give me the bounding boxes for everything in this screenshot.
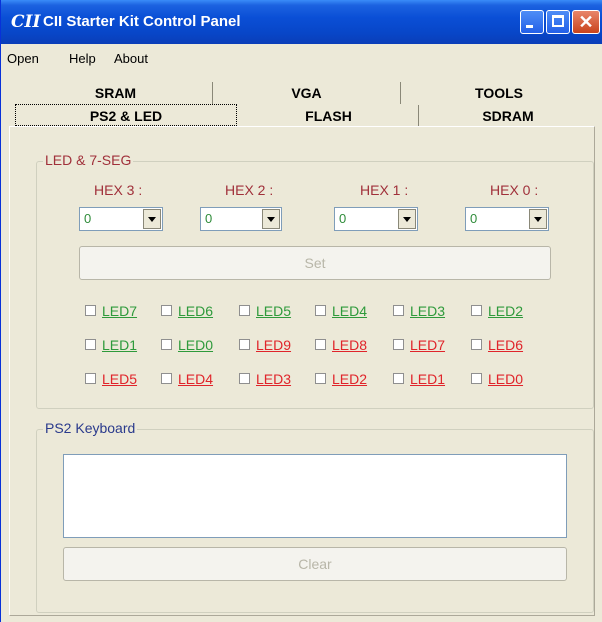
app-window: CII CII Starter Kit Control Panel ✕ Open… bbox=[0, 0, 602, 622]
checkbox[interactable] bbox=[239, 305, 250, 316]
maximize-icon bbox=[552, 15, 564, 27]
checkbox[interactable] bbox=[315, 305, 326, 316]
checkbox[interactable] bbox=[393, 339, 404, 350]
hex2-value: 0 bbox=[205, 211, 213, 226]
led-label[interactable]: LED2 bbox=[488, 303, 523, 319]
led-7seg-group-title: LED & 7-SEG bbox=[43, 152, 134, 168]
checkbox[interactable] bbox=[471, 339, 482, 350]
led-label[interactable]: LED0 bbox=[488, 371, 523, 387]
led-label[interactable]: LED6 bbox=[488, 337, 523, 353]
checkbox[interactable] bbox=[393, 305, 404, 316]
led-label[interactable]: LED4 bbox=[178, 371, 213, 387]
hex0-label: HEX 0 : bbox=[490, 182, 539, 198]
maximize-button[interactable] bbox=[546, 10, 570, 34]
ps2-keyboard-output[interactable] bbox=[63, 454, 567, 538]
checkbox[interactable] bbox=[85, 373, 96, 384]
led-label[interactable]: LED1 bbox=[410, 371, 445, 387]
chevron-down-icon[interactable] bbox=[529, 209, 547, 229]
hex0-select[interactable]: 0 bbox=[465, 207, 549, 231]
checkbox[interactable] bbox=[85, 339, 96, 350]
checkbox[interactable] bbox=[471, 373, 482, 384]
menu-help[interactable]: Help bbox=[69, 51, 96, 66]
led-label[interactable]: LED0 bbox=[178, 337, 213, 353]
tab-sram[interactable]: SRAM bbox=[19, 82, 213, 104]
checkbox[interactable] bbox=[239, 339, 250, 350]
hex2-label: HEX 2 : bbox=[225, 182, 274, 198]
window-title: CII Starter Kit Control Panel bbox=[43, 13, 241, 30]
hex3-label: HEX 3 : bbox=[94, 182, 143, 198]
led-7seg-group: LED & 7-SEG HEX 3 : HEX 2 : HEX 1 : HEX … bbox=[36, 152, 594, 409]
checkbox[interactable] bbox=[239, 373, 250, 384]
chevron-down-icon[interactable] bbox=[398, 209, 416, 229]
minimize-button[interactable] bbox=[520, 10, 544, 34]
led-label[interactable]: LED3 bbox=[410, 303, 445, 319]
led-label[interactable]: LED2 bbox=[332, 371, 367, 387]
tab-vga[interactable]: VGA bbox=[213, 82, 401, 104]
led-label[interactable]: LED9 bbox=[256, 337, 291, 353]
hex1-select[interactable]: 0 bbox=[334, 207, 418, 231]
menu-about[interactable]: About bbox=[114, 51, 148, 66]
checkbox[interactable] bbox=[315, 339, 326, 350]
close-icon: ✕ bbox=[578, 12, 594, 32]
app-logo: CII bbox=[11, 12, 41, 32]
hex1-value: 0 bbox=[339, 211, 347, 226]
checkbox[interactable] bbox=[315, 373, 326, 384]
set-button[interactable]: Set bbox=[79, 246, 551, 280]
chevron-down-icon[interactable] bbox=[143, 209, 161, 229]
hex3-select[interactable]: 0 bbox=[79, 207, 163, 231]
checkbox[interactable] bbox=[161, 373, 172, 384]
checkbox[interactable] bbox=[85, 305, 96, 316]
hex0-value: 0 bbox=[470, 211, 478, 226]
chevron-down-icon[interactable] bbox=[262, 209, 280, 229]
led-label[interactable]: LED8 bbox=[332, 337, 367, 353]
ps2-keyboard-group: PS2 Keyboard Clear bbox=[36, 420, 594, 613]
hex2-select[interactable]: 0 bbox=[200, 207, 282, 231]
minimize-icon bbox=[526, 25, 533, 28]
led-label[interactable]: LED4 bbox=[332, 303, 367, 319]
led-label[interactable]: LED5 bbox=[102, 371, 137, 387]
checkbox[interactable] bbox=[161, 339, 172, 350]
checkbox[interactable] bbox=[393, 373, 404, 384]
checkbox[interactable] bbox=[471, 305, 482, 316]
led-label[interactable]: LED7 bbox=[410, 337, 445, 353]
title-bar[interactable]: CII CII Starter Kit Control Panel ✕ bbox=[1, 0, 602, 44]
close-button[interactable]: ✕ bbox=[572, 10, 600, 34]
tab-tools[interactable]: TOOLS bbox=[401, 82, 597, 104]
checkbox[interactable] bbox=[161, 305, 172, 316]
hex3-value: 0 bbox=[84, 211, 92, 226]
led-label[interactable]: LED1 bbox=[102, 337, 137, 353]
tab-ps2-led[interactable]: PS2 & LED bbox=[15, 104, 237, 126]
tab-sdram[interactable]: SDRAM bbox=[419, 105, 597, 127]
hex1-label: HEX 1 : bbox=[360, 182, 409, 198]
menu-open[interactable]: Open bbox=[7, 51, 39, 66]
led-label[interactable]: LED6 bbox=[178, 303, 213, 319]
led-label[interactable]: LED3 bbox=[256, 371, 291, 387]
led-label[interactable]: LED5 bbox=[256, 303, 291, 319]
ps2-keyboard-group-title: PS2 Keyboard bbox=[43, 420, 138, 436]
led-label[interactable]: LED7 bbox=[102, 303, 137, 319]
tab-panel: LED & 7-SEG HEX 3 : HEX 2 : HEX 1 : HEX … bbox=[9, 126, 595, 616]
clear-button[interactable]: Clear bbox=[63, 547, 567, 581]
tab-flash[interactable]: FLASH bbox=[239, 105, 419, 127]
